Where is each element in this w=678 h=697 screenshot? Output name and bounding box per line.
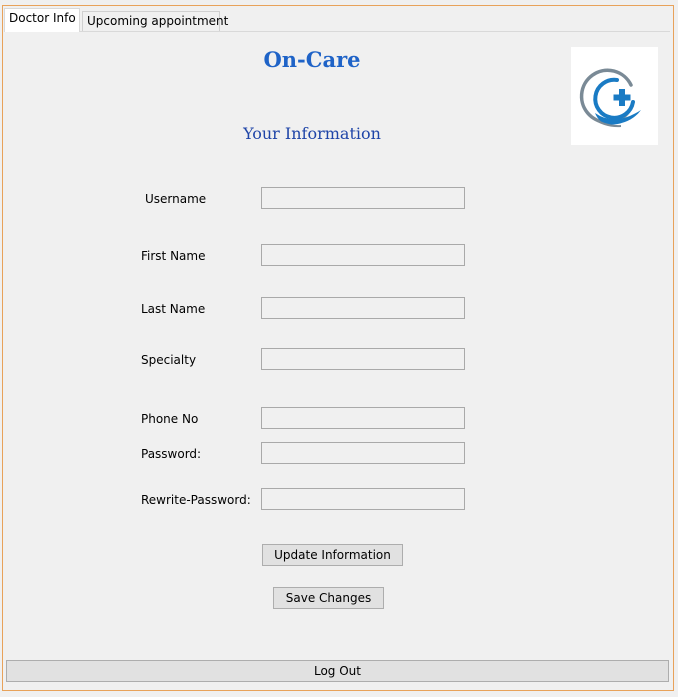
specialty-label: Specialty [141,353,197,367]
tab-upcoming-appointment[interactable]: Upcoming appointment [82,11,228,31]
save-changes-button[interactable]: Save Changes [273,587,384,609]
password-input[interactable] [261,442,465,464]
app-window: Doctor Info Upcoming appointment On-Care… [0,0,678,697]
on-care-logo [571,47,658,145]
medical-cross-icon [579,68,641,128]
doctor-info-panel: On-Care Your Information Username First … [6,31,670,686]
section-title: Your Information [243,124,381,143]
rewrite-password-label: Rewrite-Password: [141,493,251,507]
phone-label: Phone No [141,412,199,426]
tab-doctor-info[interactable]: Doctor Info [4,8,80,32]
specialty-input[interactable] [261,348,465,370]
username-input[interactable] [261,187,465,209]
rewrite-password-input[interactable] [261,488,465,510]
phone-input[interactable] [261,407,465,429]
username-label: Username [145,192,207,206]
app-title: On-Care [263,47,361,72]
first-name-input[interactable] [261,244,465,266]
password-label: Password: [141,447,202,461]
first-name-label: First Name [141,249,206,263]
last-name-label: Last Name [141,302,206,316]
log-out-button[interactable]: Log Out [6,660,669,682]
update-information-button[interactable]: Update Information [262,544,403,566]
last-name-input[interactable] [261,297,465,319]
